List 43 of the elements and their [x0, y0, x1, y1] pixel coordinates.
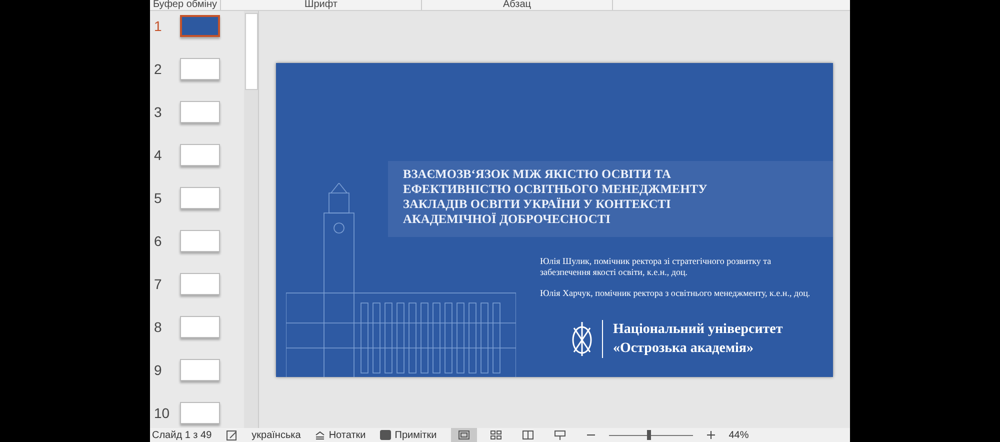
slide-thumbnail[interactable] — [180, 144, 220, 166]
slide-number: 7 — [154, 276, 163, 292]
grid-icon — [490, 430, 502, 440]
book-icon — [522, 430, 534, 440]
slide-number: 5 — [154, 190, 163, 206]
university-emblem-icon — [570, 320, 594, 358]
slide-thumbnail[interactable] — [180, 273, 220, 295]
zoom-slider-thumb[interactable] — [646, 430, 651, 440]
language-button[interactable]: українська — [252, 430, 301, 440]
view-button[interactable] — [450, 428, 477, 442]
notes-icon — [314, 430, 325, 440]
author-text: Юлія Харчук, помічник ректора з освітнього менеджменту, к.е.н., доц. — [540, 288, 812, 298]
university-name: Національний університет «Острозька академія» — [602, 320, 783, 358]
slide-thumbnail[interactable] — [180, 402, 220, 424]
author-text: Юлія Шулик, помічник ректора зі стратегічного розвитку та забезпечення якості освіти, к.е.н., доц. — [540, 256, 772, 278]
slide-thumbnail[interactable] — [180, 58, 220, 80]
slide-number: 6 — [154, 233, 163, 249]
projector-screen-icon — [554, 430, 566, 440]
slide-number: 9 — [154, 362, 163, 378]
slide-number: 3 — [154, 104, 163, 120]
ribbon-group-label: Буфер обміну — [150, 0, 221, 10]
comments-button[interactable]: Примітки — [380, 430, 437, 440]
slide-thumbnail[interactable] — [180, 230, 220, 252]
slide-number: 1 — [154, 18, 163, 34]
slide-title: ВЗАЄМОЗВ‘ЯЗОК МІЖ ЯКІСТЮ ОСВІТИ ТА ЕФЕКТИВНІСТЮ ОСВІТНЬОГО МЕНЕДЖМЕНТУ ЗАКЛАДІВ ОСВІТИ УКРАЇНИ У КОНТЕКСТІ АКАДЕМІЧНОЇ ДОБРОЧЕСНОСТІ — [403, 166, 708, 226]
slide-number: 2 — [154, 61, 163, 77]
spellcheck-icon[interactable] — [226, 430, 238, 440]
slide-thumbnail[interactable] — [180, 316, 220, 338]
notes-button[interactable]: Нотатки — [314, 430, 366, 440]
slide-thumbnail[interactable] — [180, 15, 220, 37]
zoom-in-icon[interactable] — [706, 431, 715, 439]
normal-view-icon — [458, 430, 470, 440]
comment-icon — [380, 430, 391, 440]
zoom-percent: 44% — [728, 430, 749, 440]
ribbon-group-label: Абзац — [422, 0, 613, 10]
ribbon-group-label: Шрифт — [221, 0, 422, 10]
slide-thumbnail[interactable] — [180, 101, 220, 123]
slide-thumbnail[interactable] — [180, 187, 220, 209]
slide-number: 4 — [154, 147, 163, 163]
slide-number: 8 — [154, 319, 163, 335]
scrollbar[interactable] — [244, 11, 258, 428]
slide-counter: Слайд 1 з 49 — [152, 430, 212, 440]
slide-thumbnail[interactable] — [180, 359, 220, 381]
